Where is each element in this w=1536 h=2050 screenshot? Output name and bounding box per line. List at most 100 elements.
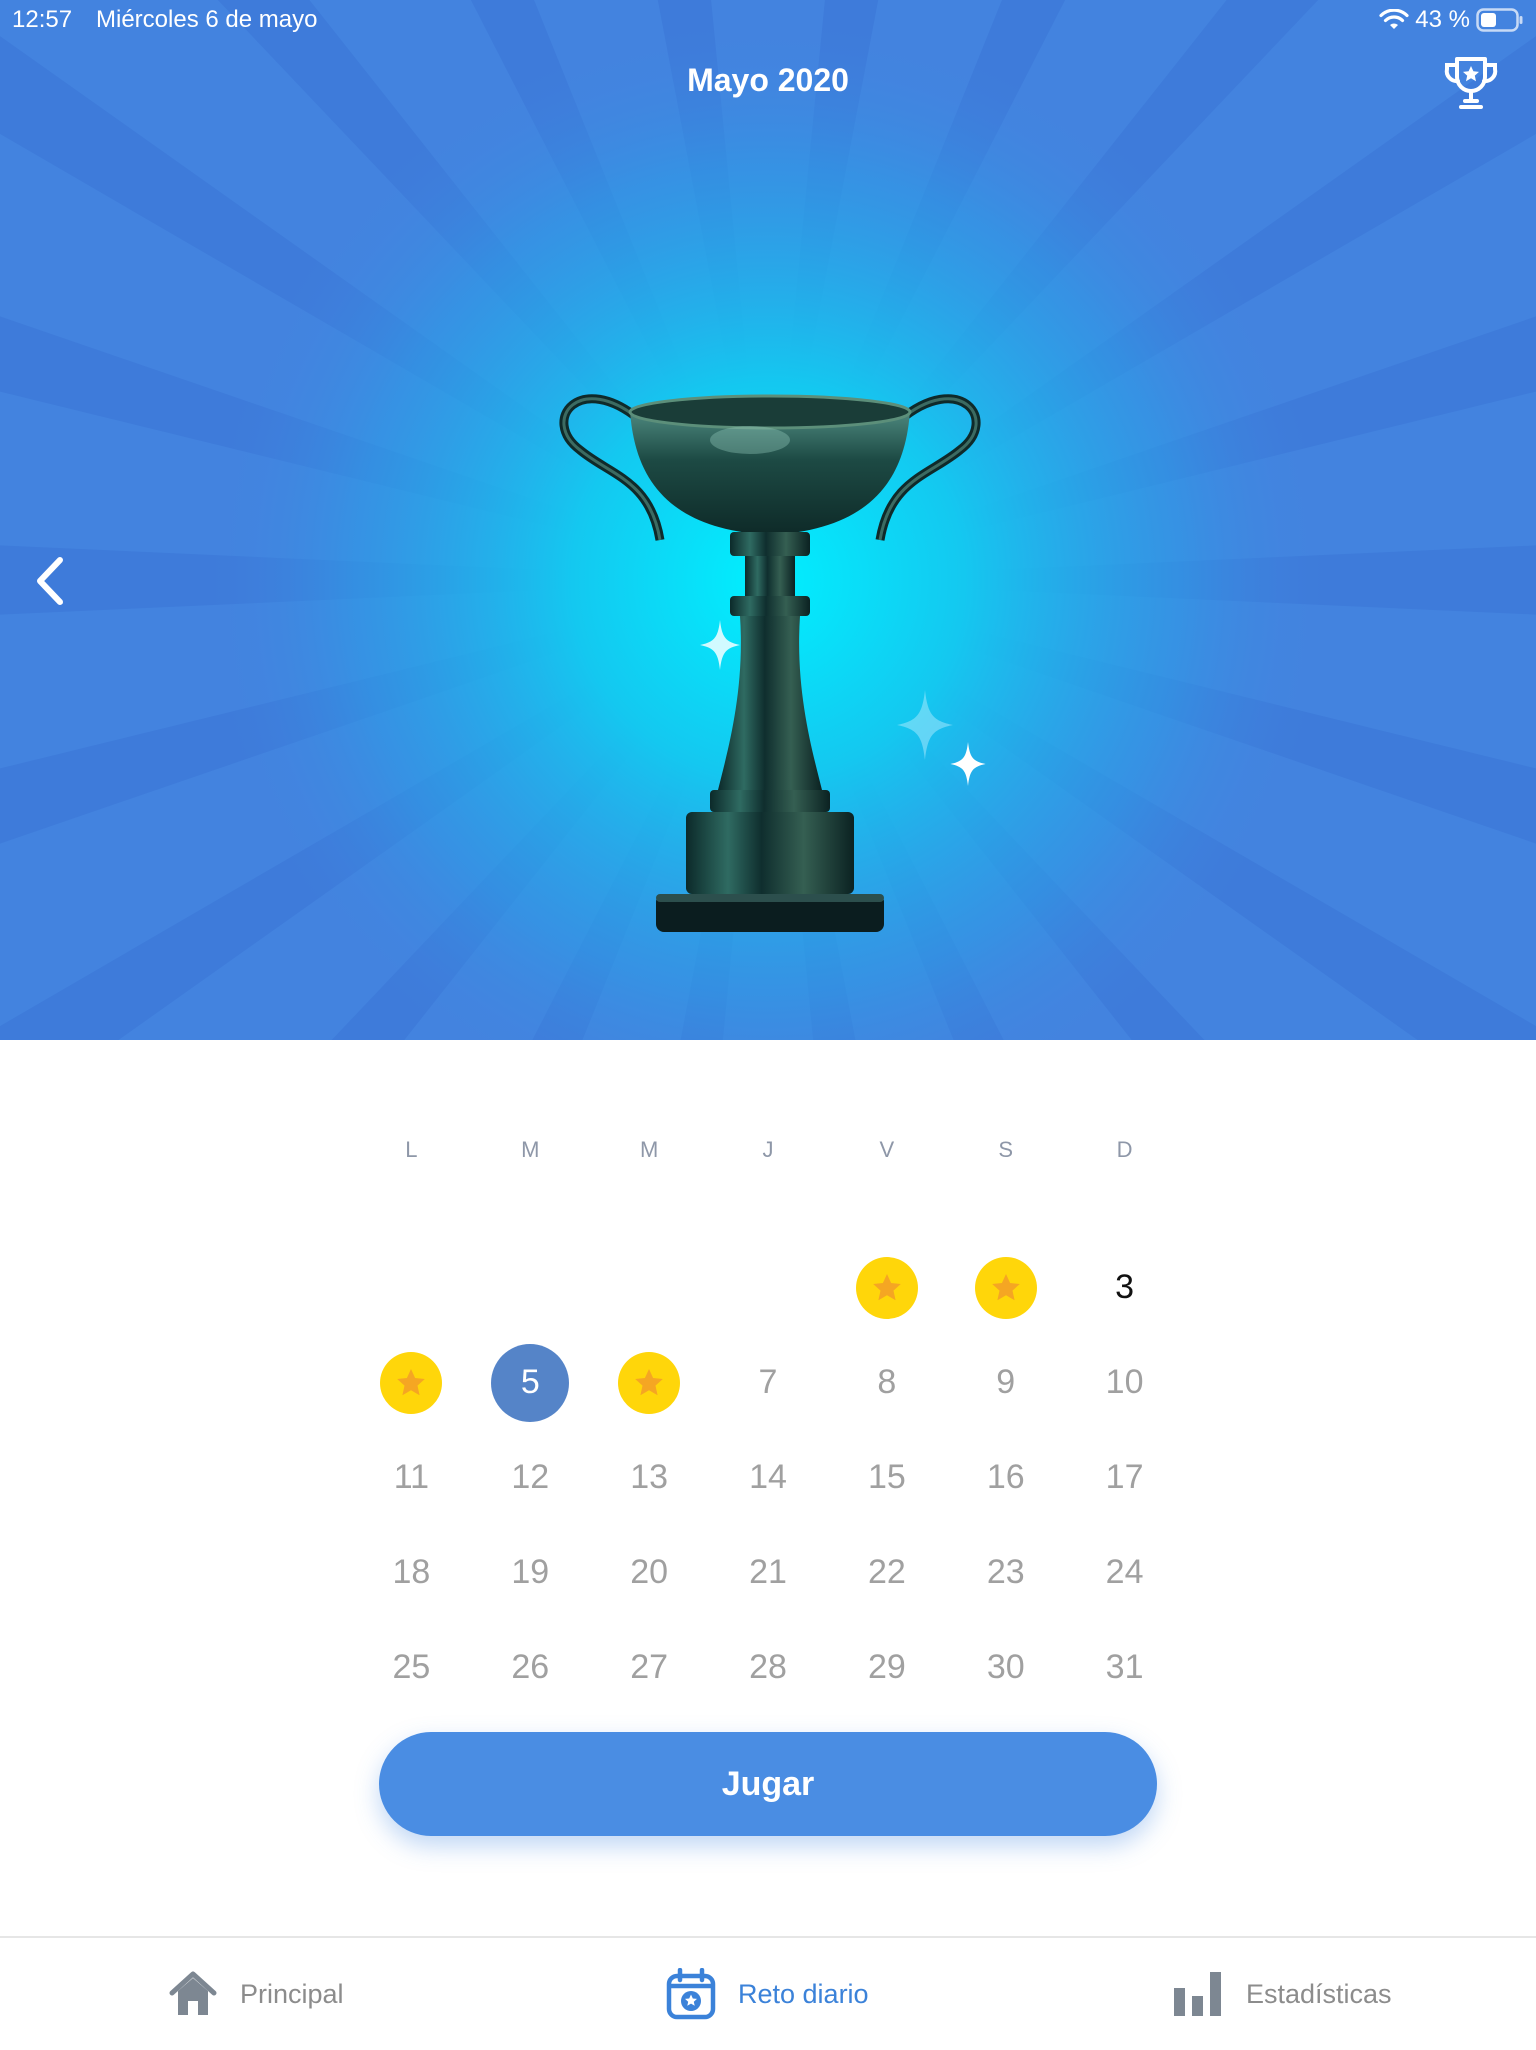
calendar-day-number: 18 xyxy=(392,1553,431,1591)
calendar-day-number: 19 xyxy=(511,1553,550,1591)
status-indicators: 43 % xyxy=(1379,6,1524,34)
calendar-day-future[interactable]: 22 xyxy=(827,1525,946,1620)
battery-percent: 43 % xyxy=(1415,6,1470,33)
calendar-day-future[interactable]: 14 xyxy=(709,1430,828,1525)
calendar-day-future[interactable]: 30 xyxy=(946,1620,1065,1715)
trophy-illustration xyxy=(559,394,981,932)
calendar-day-completed[interactable] xyxy=(590,1335,709,1430)
calendar-day-completed[interactable] xyxy=(827,1240,946,1335)
weekday-header: L M M J V S D xyxy=(352,1130,1184,1170)
calendar-day-future[interactable]: 17 xyxy=(1065,1430,1184,1525)
calendar-day-completed[interactable] xyxy=(946,1240,1065,1335)
calendar-day-number: 23 xyxy=(986,1553,1025,1591)
weekday-label: J xyxy=(762,1137,774,1162)
chevron-left-icon xyxy=(32,555,68,612)
calendar-day-number: 22 xyxy=(867,1553,906,1591)
weekday-label: L xyxy=(405,1137,418,1162)
weekday-label: D xyxy=(1116,1137,1133,1162)
tab-principal[interactable]: Principal xyxy=(168,1938,344,2050)
calendar-day-number: 29 xyxy=(867,1648,906,1686)
calendar-day-number: 27 xyxy=(630,1648,669,1686)
status-date: Miércoles 6 de mayo xyxy=(96,6,318,33)
calendar-day-number: 10 xyxy=(1105,1363,1144,1401)
status-time: 12:57 xyxy=(12,6,73,33)
calendar-week-row: 3 xyxy=(352,1240,1184,1335)
calendar-day-selected[interactable]: 5 xyxy=(471,1335,590,1430)
calendar-day-future[interactable]: 29 xyxy=(827,1620,946,1715)
star-icon xyxy=(380,1351,443,1414)
calendar-week-row: 5 7 8 9 10 xyxy=(352,1335,1184,1430)
sparkle-icon xyxy=(897,690,953,760)
trophy-icon xyxy=(1439,51,1503,120)
month-calendar: L M M J V S D 3 5 7 8 9 10 11 12 13 14 15 16 17 18 19 2… xyxy=(352,1130,1184,1715)
calendar-day-number: 8 xyxy=(877,1363,897,1401)
calendar-day-number: 30 xyxy=(986,1648,1025,1686)
calendar-day-future[interactable]: 8 xyxy=(827,1335,946,1430)
tab-label: Principal xyxy=(240,1978,344,2009)
tab-estadisticas[interactable]: Estadísticas xyxy=(1172,1938,1392,2050)
calendar-day-number: 15 xyxy=(867,1458,906,1496)
page-title: Mayo 2020 xyxy=(687,62,849,98)
calendar-day-number: 21 xyxy=(749,1553,787,1591)
bar-chart-icon xyxy=(1172,1970,1224,2018)
calendar-grid: 3 5 7 8 9 10 11 12 13 14 15 16 17 18 19 20 21 22 23 24 25 26 2… xyxy=(352,1240,1184,1715)
calendar-day-number: 14 xyxy=(749,1458,787,1496)
play-button[interactable]: Jugar xyxy=(379,1732,1157,1836)
sparkle-icon xyxy=(700,620,740,670)
tab-bar: Principal Reto diario Estadísticas xyxy=(0,1936,1536,2050)
wifi-icon xyxy=(1379,9,1409,31)
calendar-day-future[interactable]: 31 xyxy=(1065,1620,1184,1715)
calendar-day-number: 5 xyxy=(491,1343,570,1422)
sparkle-icon xyxy=(950,742,986,786)
calendar-day-number: 26 xyxy=(511,1648,550,1686)
calendar-day-number: 17 xyxy=(1105,1458,1144,1496)
calendar-day-number: 24 xyxy=(1105,1553,1144,1591)
calendar-star-icon xyxy=(666,1968,716,2020)
star-icon xyxy=(855,1256,918,1319)
calendar-empty-cell xyxy=(352,1240,471,1335)
calendar-day-number: 20 xyxy=(630,1553,669,1591)
calendar-day-number: 16 xyxy=(986,1458,1025,1496)
calendar-day-future[interactable]: 28 xyxy=(709,1620,828,1715)
calendar-day-number: 9 xyxy=(996,1363,1016,1401)
calendar-day-future[interactable]: 16 xyxy=(946,1430,1065,1525)
calendar-week-row: 11 12 13 14 15 16 17 xyxy=(352,1430,1184,1525)
calendar-week-row: 18 19 20 21 22 23 24 xyxy=(352,1525,1184,1620)
calendar-day-available[interactable]: 3 xyxy=(1065,1240,1184,1335)
star-icon xyxy=(618,1351,681,1414)
calendar-day-future[interactable]: 26 xyxy=(471,1620,590,1715)
calendar-day-future[interactable]: 21 xyxy=(709,1525,828,1620)
calendar-day-future[interactable]: 7 xyxy=(709,1335,828,1430)
calendar-day-future[interactable]: 23 xyxy=(946,1525,1065,1620)
calendar-day-future[interactable]: 10 xyxy=(1065,1335,1184,1430)
monthly-trophy-header: 12:57 Miércoles 6 de mayo 43 % Mayo 2020 xyxy=(0,0,1536,1040)
status-bar: 12:57 Miércoles 6 de mayo 43 % xyxy=(0,0,1536,40)
calendar-day-future[interactable]: 27 xyxy=(590,1620,709,1715)
star-icon xyxy=(974,1256,1037,1319)
calendar-day-future[interactable]: 9 xyxy=(946,1335,1065,1430)
trophies-button[interactable] xyxy=(1436,50,1506,120)
tab-label: Reto diario xyxy=(738,1978,869,2009)
calendar-day-number: 31 xyxy=(1105,1648,1144,1686)
weekday-label: M xyxy=(521,1137,540,1162)
calendar-day-number: 7 xyxy=(758,1363,778,1401)
calendar-day-number: 13 xyxy=(630,1458,669,1496)
calendar-day-future[interactable]: 20 xyxy=(590,1525,709,1620)
calendar-day-future[interactable]: 19 xyxy=(471,1525,590,1620)
calendar-day-number: 3 xyxy=(1115,1268,1135,1306)
calendar-week-row: 25 26 27 28 29 30 31 xyxy=(352,1620,1184,1715)
calendar-day-completed[interactable] xyxy=(352,1335,471,1430)
calendar-day-future[interactable]: 24 xyxy=(1065,1525,1184,1620)
tab-reto-diario[interactable]: Reto diario xyxy=(666,1938,869,2050)
previous-month-button[interactable] xyxy=(20,550,80,616)
calendar-day-future[interactable]: 12 xyxy=(471,1430,590,1525)
calendar-day-future[interactable]: 13 xyxy=(590,1430,709,1525)
calendar-empty-cell xyxy=(709,1240,828,1335)
calendar-day-future[interactable]: 15 xyxy=(827,1430,946,1525)
battery-icon xyxy=(1476,8,1524,32)
calendar-day-future[interactable]: 18 xyxy=(352,1525,471,1620)
tab-label: Estadísticas xyxy=(1246,1978,1392,2009)
calendar-day-future[interactable]: 11 xyxy=(352,1430,471,1525)
calendar-day-number: 12 xyxy=(511,1458,550,1496)
calendar-day-future[interactable]: 25 xyxy=(352,1620,471,1715)
